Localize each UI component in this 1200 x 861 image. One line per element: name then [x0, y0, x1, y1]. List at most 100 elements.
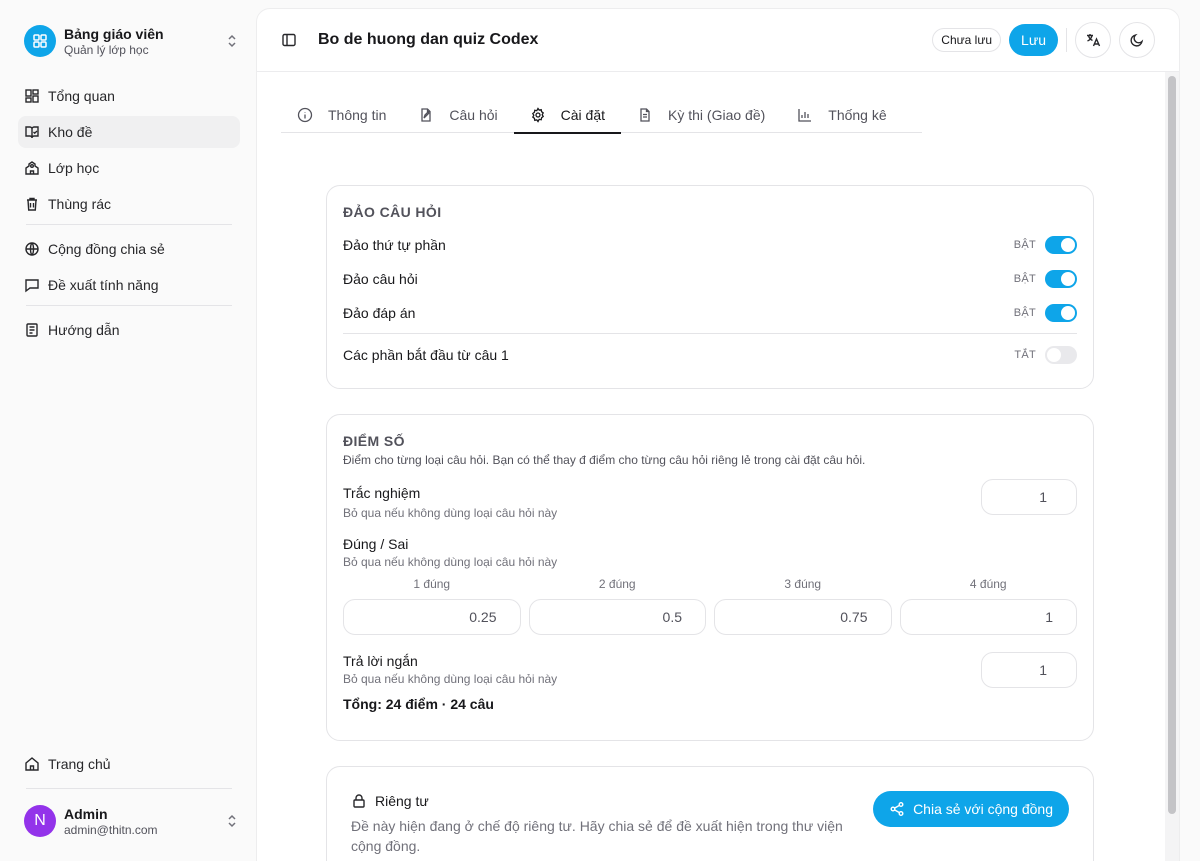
main-nav: Tổng quan Kho đề Lớp học Thùng rác Cộng …	[18, 80, 240, 350]
setting-label: Đảo câu hỏi	[343, 271, 418, 287]
restart-numbering-toggle[interactable]	[1045, 346, 1077, 364]
setting-label: Đảo thứ tự phần	[343, 237, 446, 253]
tf-column-header: 1 đúng	[413, 577, 451, 591]
divider	[343, 333, 1077, 334]
top-bar: Bo de huong dan quiz Codex Chưa lưu Lưu	[257, 9, 1179, 72]
nav-item-label: Trang chủ	[48, 756, 111, 772]
scrollbar[interactable]	[1165, 72, 1179, 861]
share-icon	[890, 802, 904, 816]
info-icon	[297, 107, 313, 123]
moon-icon	[1130, 33, 1144, 47]
nav-item-overview[interactable]: Tổng quan	[18, 80, 240, 112]
book-check-icon	[25, 126, 39, 139]
nav-item-label: Lớp học	[48, 160, 100, 176]
mcq-score-row: Trắc nghiệm Bỏ qua nếu không dùng loại c…	[343, 479, 1077, 520]
nav-item-guide[interactable]: Hướng dẫn	[18, 314, 240, 346]
field-help: Bỏ qua nếu không dùng loại câu hỏi này	[343, 672, 558, 686]
workspace-subtitle: Quản lý lớp học	[64, 42, 149, 57]
switch-state: BẬT	[1013, 239, 1036, 251]
nav-item-community[interactable]: Cộng đồng chia sẻ	[18, 233, 240, 265]
trash-icon	[27, 197, 37, 211]
tab-settings[interactable]: Cài đặt	[513, 97, 622, 134]
share-community-button[interactable]: Chia sẻ với cộng đồng	[873, 791, 1069, 827]
language-button[interactable]	[1075, 22, 1111, 58]
shuffle-questions-row: Đảo câu hỏi BẬT	[343, 262, 1077, 296]
field-label: Đúng / Sai	[343, 536, 409, 552]
tf-score-grid: 1 đúng 0.25 2 đúng 0.5 3 đúng 0.75 4 đún…	[343, 577, 1077, 635]
avatar: N	[24, 805, 56, 837]
nav-item-label: Tổng quan	[48, 88, 115, 104]
sidebar: Bảng giáo viên Quản lý lớp học Tổng quan…	[0, 0, 248, 861]
nav-item-label: Hướng dẫn	[48, 322, 120, 338]
book-open-icon	[26, 323, 38, 337]
nav-item-label: Kho đề	[48, 124, 93, 140]
tf-3-correct-input[interactable]: 0.75	[714, 599, 892, 635]
unsaved-status-badge: Chưa lưu	[932, 28, 1002, 52]
layout-dashboard-icon	[25, 89, 39, 103]
shuffle-sections-toggle[interactable]	[1045, 236, 1077, 254]
tab-bar: Thông tin Câu hỏi Cài đặt Kỳ thi (Giao đ…	[281, 97, 922, 134]
tab-exams[interactable]: Kỳ thi (Giao đề)	[621, 97, 781, 133]
toolbar-divider	[1066, 28, 1067, 52]
nav-item-trash[interactable]: Thùng rác	[18, 188, 240, 220]
globe-icon	[25, 242, 39, 256]
switch-state: BẬT	[1013, 307, 1036, 319]
tf-column-header: 3 đúng	[784, 577, 822, 591]
school-icon	[25, 161, 39, 175]
save-button[interactable]: Lưu	[1009, 24, 1058, 56]
scrollbar-thumb[interactable]	[1168, 76, 1176, 814]
shuffle-questions-toggle[interactable]	[1045, 270, 1077, 288]
bottom-nav: Trang chủ	[18, 748, 240, 784]
gear-icon	[531, 107, 544, 123]
workspace-title: Bảng giáo viên	[64, 25, 164, 42]
tf-4-correct-input[interactable]: 1	[899, 599, 1077, 635]
scoring-card: Điểm số Điểm cho từng loại câu hỏi. Bạn …	[326, 414, 1094, 741]
workspace-switcher[interactable]: Bảng giáo viên Quản lý lớp học	[24, 24, 240, 58]
main-panel: Bo de huong dan quiz Codex Chưa lưu Lưu …	[256, 8, 1180, 861]
nav-item-home[interactable]: Trang chủ	[18, 748, 240, 780]
nav-divider	[26, 788, 232, 789]
toggle-sidebar-button[interactable]	[281, 32, 297, 48]
home-icon	[25, 757, 39, 771]
panel-left-icon	[282, 33, 296, 47]
file-text-icon	[640, 108, 650, 122]
nav-item-repository[interactable]: Kho đề	[18, 116, 240, 148]
tab-questions[interactable]: Câu hỏi	[402, 97, 513, 133]
nav-divider	[26, 305, 232, 306]
nav-divider	[26, 224, 232, 225]
shuffle-answers-toggle[interactable]	[1045, 304, 1077, 322]
tab-label: Câu hỏi	[449, 107, 498, 123]
file-pen-icon	[421, 108, 432, 122]
tab-info[interactable]: Thông tin	[281, 97, 402, 133]
nav-item-classes[interactable]: Lớp học	[18, 152, 240, 184]
card-title: Đảo câu hỏi	[343, 204, 442, 220]
chevrons-up-down-icon	[228, 814, 236, 828]
share-button-label: Chia sẻ với cộng đồng	[913, 801, 1053, 817]
privacy-title: Riêng tư	[375, 793, 429, 809]
tab-label: Thống kê	[828, 107, 887, 123]
tf-column-header: 4 đúng	[969, 577, 1007, 591]
short-answer-score-row: Trả lời ngắn Bỏ qua nếu không dùng loại …	[343, 652, 1077, 688]
nav-item-label: Thùng rác	[48, 196, 112, 212]
nav-item-feature-request[interactable]: Đề xuất tính năng	[18, 269, 240, 301]
mcq-score-input[interactable]: 1	[981, 479, 1077, 515]
user-menu[interactable]: N Admin admin@thitn.com	[24, 805, 240, 837]
chevrons-up-down-icon	[228, 34, 236, 48]
user-email: admin@thitn.com	[64, 822, 158, 837]
tf-1-correct-input[interactable]: 0.25	[343, 599, 521, 635]
languages-icon	[1087, 34, 1101, 47]
card-description: Điểm cho từng loại câu hỏi. Bạn có thể t…	[343, 453, 866, 467]
tf-2-correct-input[interactable]: 0.5	[528, 599, 706, 635]
privacy-description: Đề này hiện đang ở chế độ riêng tư. Hãy …	[351, 818, 843, 854]
theme-toggle-button[interactable]	[1119, 22, 1155, 58]
score-total: Tổng: 24 điểm · 24 câu	[343, 696, 494, 712]
short-answer-score-input[interactable]: 1	[981, 652, 1077, 688]
tab-label: Cài đặt	[560, 107, 605, 123]
field-label: Trả lời ngắn	[343, 653, 418, 669]
user-name: Admin	[64, 805, 108, 822]
tab-stats[interactable]: Thống kê	[781, 97, 902, 133]
privacy-card: Riêng tư Đề này hiện đang ở chế độ riêng…	[326, 766, 1094, 861]
restart-numbering-row: Các phần bắt đầu từ câu 1 TẮT	[343, 338, 1077, 372]
bar-chart-icon	[798, 109, 812, 122]
page-title: Bo de huong dan quiz Codex	[318, 31, 539, 48]
